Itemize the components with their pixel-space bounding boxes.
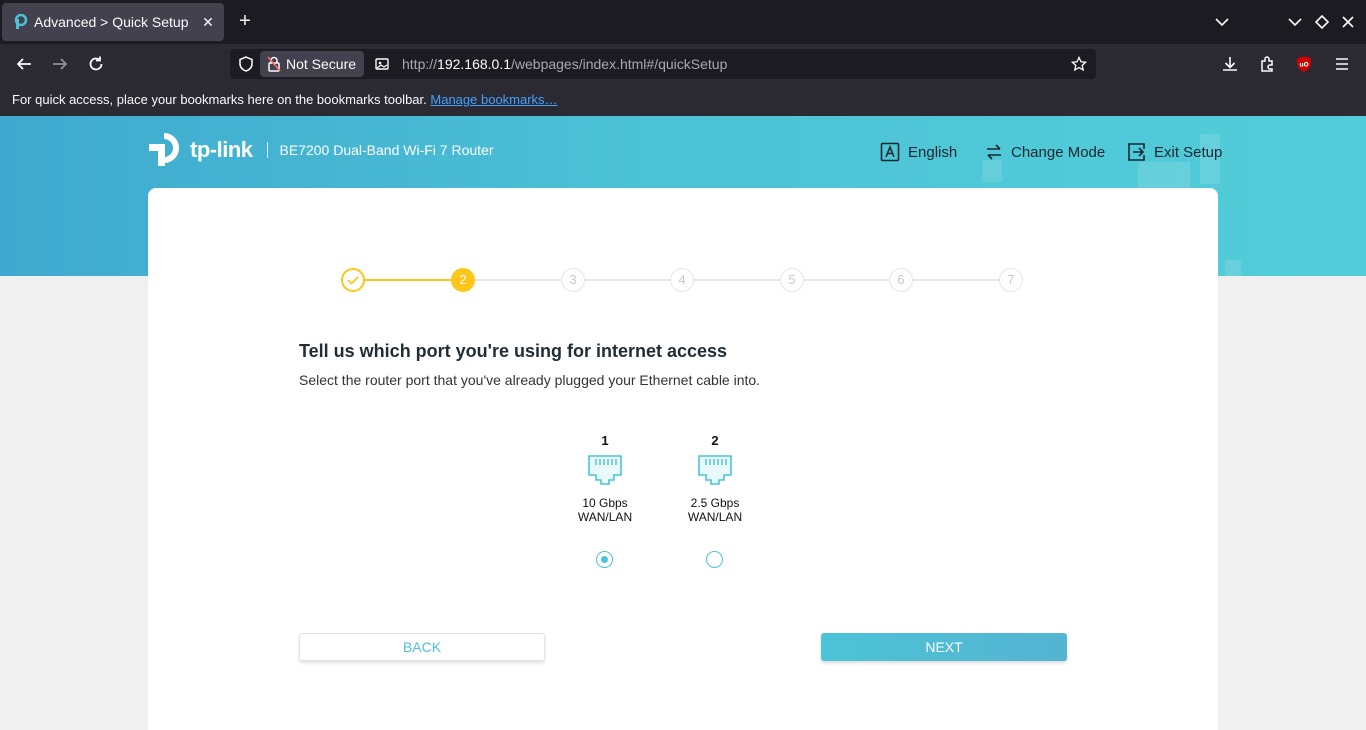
router-page: tp-link BE7200 Dual-Band Wi-Fi 7 Router … [0, 116, 1366, 730]
page-permissions-icon[interactable] [375, 57, 389, 71]
port-option-1[interactable]: 1 10 Gbps WAN/LAN [560, 433, 650, 524]
url-path: /webpages/index.html#/quickSetup [511, 56, 728, 72]
browser-tab-bar: Advanced > Quick Setup ✕ + [0, 0, 1366, 44]
reload-icon[interactable] [84, 52, 108, 76]
page-subtitle: Select the router port that you've alrea… [299, 372, 761, 388]
step-1-completed [341, 268, 365, 292]
exit-icon [1128, 143, 1145, 161]
language-selector[interactable]: English [880, 140, 957, 164]
bookmark-star-icon[interactable] [1071, 56, 1087, 72]
list-all-tabs-icon[interactable] [1212, 12, 1232, 32]
next-button[interactable]: NEXT [821, 633, 1067, 661]
tracking-shield-icon[interactable] [238, 56, 254, 72]
insecure-lock-icon [267, 56, 281, 72]
new-tab-button[interactable]: + [234, 10, 256, 32]
port-type: WAN/LAN [577, 510, 633, 524]
port-number: 1 [601, 433, 609, 448]
quick-setup-card: 2 3 4 5 6 7 Tell us which port you're us… [148, 188, 1218, 730]
brand-name: tp-link [190, 137, 253, 162]
tp-link-logo: tp-link BE7200 Dual-Band Wi-Fi 7 Router [148, 132, 494, 168]
step-6: 6 [889, 268, 913, 292]
tp-link-favicon-icon [14, 14, 28, 29]
tp-link-logo-icon [149, 133, 179, 166]
back-arrow-icon[interactable] [12, 52, 36, 76]
step-2-current: 2 [451, 268, 475, 292]
language-label: English [908, 143, 958, 161]
manage-bookmarks-link[interactable]: Manage bookmarks… [430, 92, 557, 107]
minimize-icon[interactable] [1285, 12, 1305, 32]
close-tab-icon[interactable]: ✕ [196, 14, 220, 31]
url-prefix: http:// [402, 56, 438, 72]
ublock-origin-icon[interactable]: uO [1292, 52, 1316, 76]
exit-setup-label: Exit Setup [1154, 143, 1223, 161]
forward-arrow-icon[interactable] [48, 52, 72, 76]
step-connector [475, 279, 573, 281]
step-connector [585, 279, 683, 281]
port-speed: 10 Gbps [582, 496, 628, 510]
step-connector [694, 279, 792, 281]
back-button[interactable]: BACK [299, 633, 545, 661]
port-type: WAN/LAN [687, 510, 743, 524]
change-mode-label: Change Mode [1011, 143, 1106, 161]
language-icon [880, 142, 900, 162]
maximize-icon[interactable] [1312, 12, 1332, 32]
url-text[interactable]: http://192.168.0.1/webpages/index.html#/… [402, 49, 727, 79]
port-1-radio[interactable] [596, 551, 613, 568]
browser-tab[interactable]: Advanced > Quick Setup ✕ [2, 3, 224, 41]
close-window-icon[interactable] [1338, 12, 1358, 32]
not-secure-label: Not Secure [286, 56, 357, 72]
router-model: BE7200 Dual-Band Wi-Fi 7 Router [279, 142, 494, 158]
step-connector [804, 279, 902, 281]
step-3: 3 [561, 268, 585, 292]
step-5: 5 [780, 268, 804, 292]
page-title: Tell us which port you're using for inte… [299, 341, 728, 361]
step-connector [913, 279, 1011, 281]
browser-nav-bar: Not Secure http://192.168.0.1/webpages/i… [0, 44, 1366, 84]
ethernet-port-icon [698, 455, 732, 485]
port-speed: 2.5 Gbps [690, 496, 740, 510]
change-mode-icon [987, 144, 1001, 160]
svg-text:uO: uO [1299, 62, 1308, 69]
extensions-icon[interactable] [1255, 52, 1279, 76]
security-indicator[interactable]: Not Secure [260, 51, 365, 77]
url-host: 192.168.0.1 [437, 56, 511, 72]
exit-setup-button[interactable]: Exit Setup [1126, 140, 1222, 164]
checkmark-icon [347, 276, 359, 285]
step-4: 4 [670, 268, 694, 292]
tab-title: Advanced > Quick Setup [34, 14, 189, 30]
bookmarks-hint-text: For quick access, place your bookmarks h… [12, 92, 427, 107]
change-mode-button[interactable]: Change Mode [985, 140, 1105, 164]
url-bar[interactable]: Not Secure http://192.168.0.1/webpages/i… [230, 49, 1096, 79]
bookmarks-toolbar: For quick access, place your bookmarks h… [0, 84, 1366, 116]
ethernet-port-icon [588, 455, 622, 485]
port-option-2[interactable]: 2 2.5 Gbps WAN/LAN [670, 433, 760, 524]
downloads-icon[interactable] [1218, 52, 1242, 76]
menu-hamburger-icon[interactable] [1330, 52, 1354, 76]
banner-decoration [1225, 260, 1241, 276]
step-connector-done [365, 279, 463, 281]
port-2-radio[interactable] [706, 551, 723, 568]
header-separator [266, 142, 268, 158]
step-7: 7 [999, 268, 1023, 292]
port-number: 2 [711, 433, 719, 448]
